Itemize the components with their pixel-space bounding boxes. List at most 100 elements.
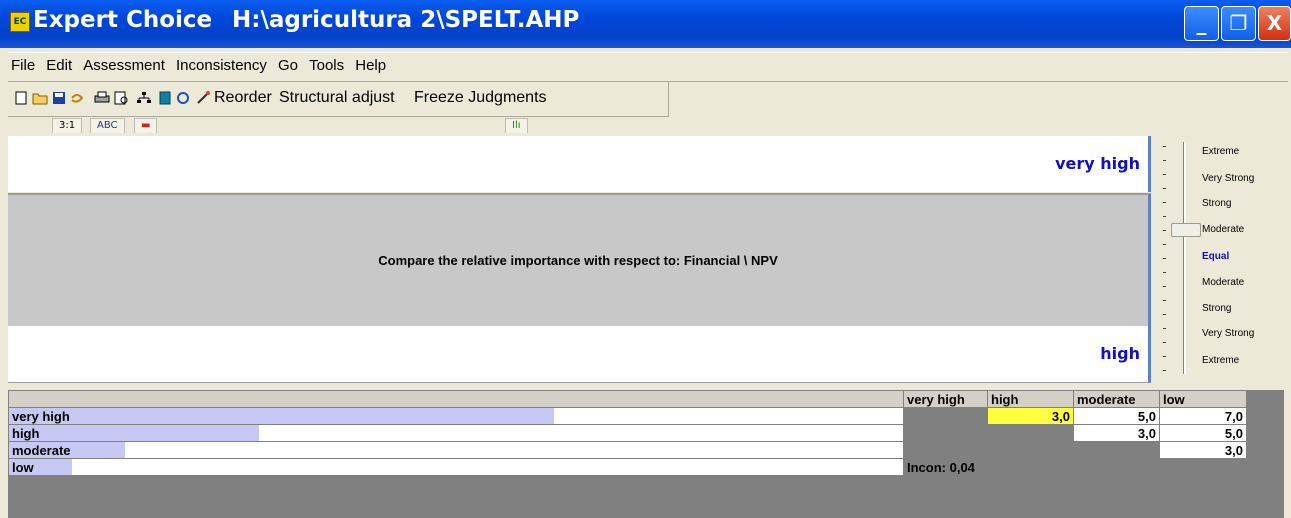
row-label: moderate [12,442,71,458]
refresh-icon[interactable] [176,91,190,105]
scale-label-strong[interactable]: Strong [1202,198,1231,209]
bottom-item-label: high [1100,344,1140,363]
wand-icon[interactable] [196,91,210,105]
app-logo-icon: EC [10,12,30,32]
menu-inconsistency[interactable]: Inconsistency [173,53,270,74]
open-folder-icon[interactable] [32,91,48,105]
scale-tick [1163,272,1166,273]
maximize-button[interactable]: ❐ [1221,6,1256,41]
scale-label-very-strong-lower[interactable]: Very Strong [1202,328,1254,339]
scale-ticks [1163,146,1169,374]
menu-file[interactable]: File [8,53,38,74]
slider-thumb[interactable] [1171,223,1201,237]
document-path: H:\agricultura 2\SPELT.AHP [232,7,580,33]
undo-icon[interactable] [70,91,84,105]
new-file-icon[interactable] [14,91,28,105]
top-item-label: very high [1055,154,1140,173]
priority-bar [9,425,260,441]
scale-tick [1163,174,1166,175]
tab-results[interactable]: Ilı [505,118,528,133]
menu-tools[interactable]: Tools [306,53,347,74]
row-label: low [12,459,34,475]
matrix-cell [1073,441,1160,459]
print-icon[interactable] [94,91,110,105]
scale-tick [1163,216,1166,217]
scale-label-very-strong[interactable]: Very Strong [1202,173,1254,184]
matrix-cell[interactable]: 3,0 [1159,441,1247,459]
menu-assessment[interactable]: Assessment [80,53,168,74]
scale-label-equal[interactable]: Equal [1202,251,1229,262]
matrix-corner [8,390,904,408]
scale-tick [1163,342,1166,343]
column-header: low [1159,390,1247,408]
menu-go[interactable]: Go [275,53,301,74]
matrix-cell [987,458,1074,476]
column-header: high [987,390,1074,408]
app-title: Expert Choice [33,7,213,33]
inconsistency-ratio: Incon: 0,04 [903,458,988,476]
model-tree-icon[interactable] [136,91,151,105]
scale-tick [1163,230,1166,231]
scale-tick [1163,356,1166,357]
matrix-cell[interactable]: 5,0 [1073,407,1160,425]
priority-bar [9,408,555,424]
matrix-cell-selected[interactable]: 3,0 [987,407,1074,425]
scale-tick [1163,370,1166,371]
scale-tick [1163,146,1166,147]
tab-graphical[interactable]: ▬ [134,118,158,133]
title-bar[interactable]: EC Expert Choice H:\agricultura 2\SPELT.… [0,0,1291,48]
matrix-cell[interactable]: 7,0 [1159,407,1247,425]
verbal-scale: Extreme Very Strong Strong Moderate Equa… [1153,136,1283,382]
row-header: very high [8,407,904,425]
menu-help[interactable]: Help [352,53,389,74]
row-label: very high [12,408,70,424]
minimize-button[interactable]: _ [1184,6,1219,41]
slider-track[interactable] [1183,142,1186,374]
reorder-button[interactable]: Reorder [214,89,272,107]
row-header: high [8,424,904,442]
top-item-pane[interactable]: very high [8,136,1151,192]
row-label: high [12,425,40,441]
tab-verbal[interactable]: ABC [90,118,125,133]
scale-tick [1163,188,1166,189]
print-preview-icon[interactable] [114,91,128,105]
matrix-cell [1073,458,1160,476]
scale-tick [1163,328,1166,329]
comparison-prompt: Compare the relative importance with res… [378,253,778,268]
matrix-cell[interactable]: 5,0 [1159,424,1247,442]
scale-tick [1163,202,1166,203]
scale-tick [1163,314,1166,315]
table-row: low Incon: 0,04 [8,458,1247,476]
menu-bar: File Edit Assessment Inconsistency Go To… [8,52,1288,82]
scale-tick [1163,258,1166,259]
tab-numerical[interactable]: 3:1 [52,118,83,133]
calculator-icon[interactable] [158,91,172,105]
menu-edit[interactable]: Edit [43,53,75,74]
toolbar: Reorder Structural adjust Freeze Judgmen… [8,82,669,117]
judgment-matrix: very high high moderate low very high 3,… [8,390,1247,476]
scale-tick [1163,244,1166,245]
judgment-matrix-area: very high high moderate low very high 3,… [8,390,1284,518]
save-icon[interactable] [52,91,66,105]
freeze-judgments-button[interactable]: Freeze Judgments [414,89,547,107]
matrix-header-row: very high high moderate low [8,390,1247,408]
scale-label-moderate[interactable]: Moderate [1202,224,1244,235]
bottom-item-pane[interactable]: high [8,326,1151,383]
comparison-prompt-pane: Compare the relative importance with res… [8,193,1151,328]
scale-tick [1163,286,1166,287]
column-header: moderate [1073,390,1160,408]
row-header: moderate [8,441,904,459]
column-header: very high [903,390,988,408]
close-button[interactable]: X [1258,6,1291,41]
structural-adjust-button[interactable]: Structural adjust [279,89,395,107]
matrix-cell[interactable]: 3,0 [1073,424,1160,442]
mode-tab-strip: 3:1 ABC ▬ Ilı [0,116,1291,134]
matrix-cell [987,424,1074,442]
table-row: very high 3,0 5,0 7,0 [8,407,1247,425]
scale-label-strong-lower[interactable]: Strong [1202,303,1231,314]
scale-label-moderate-lower[interactable]: Moderate [1202,277,1244,288]
table-row: moderate 3,0 [8,441,1247,459]
matrix-cell [903,407,988,425]
scale-label-extreme-lower[interactable]: Extreme [1202,355,1239,366]
scale-label-extreme[interactable]: Extreme [1202,146,1239,157]
